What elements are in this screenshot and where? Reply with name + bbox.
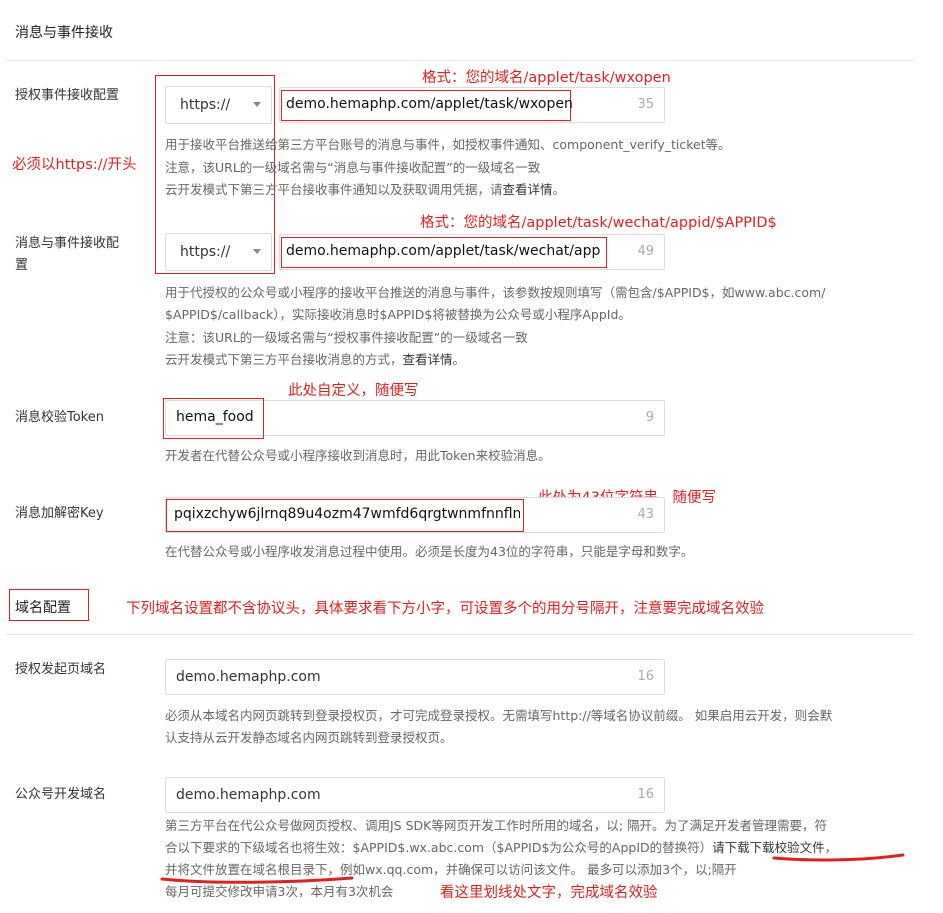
- annotation-underlines: [160, 853, 905, 884]
- underline-root-dir: [160, 876, 354, 884]
- underline-download-link: [772, 853, 905, 862]
